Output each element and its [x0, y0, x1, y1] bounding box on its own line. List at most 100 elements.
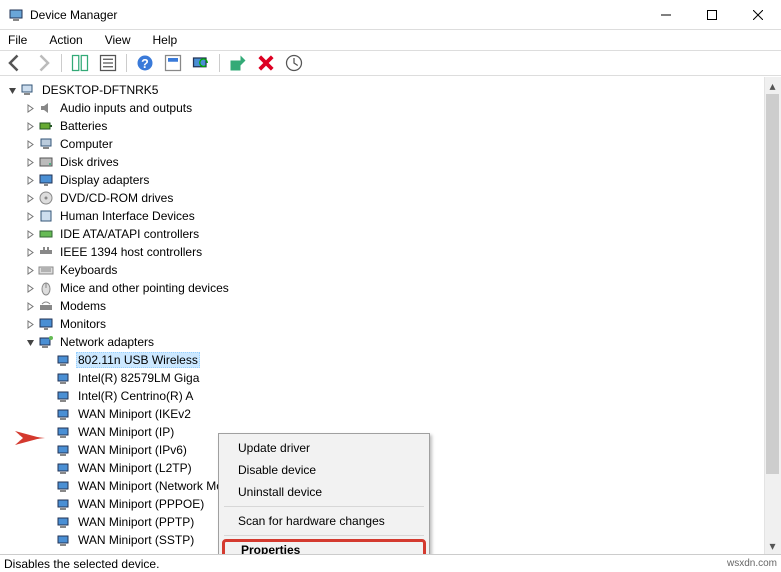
expand-toggle[interactable] — [24, 228, 36, 240]
update-driver-button[interactable] — [283, 52, 305, 74]
menu-separator — [224, 506, 424, 507]
scroll-down-button[interactable]: ▾ — [764, 537, 781, 554]
pc-icon — [20, 82, 36, 98]
expand-toggle[interactable] — [24, 192, 36, 204]
status-text: Disables the selected device. — [4, 557, 159, 571]
tree-category-hid[interactable]: Human Interface Devices — [6, 207, 781, 225]
expand-toggle[interactable] — [24, 210, 36, 222]
expand-toggle[interactable] — [24, 138, 36, 150]
forward-button[interactable] — [32, 52, 54, 74]
tree-item-label: Intel(R) Centrino(R) A — [76, 389, 195, 403]
tree-item-network-adapter[interactable]: WAN Miniport (IKEv2 — [6, 405, 781, 423]
enable-device-button[interactable] — [227, 52, 249, 74]
tree-category-modems[interactable]: Modems — [6, 297, 781, 315]
expand-toggle[interactable] — [24, 102, 36, 114]
expand-toggle[interactable] — [24, 300, 36, 312]
dvd-icon — [38, 190, 54, 206]
tree-category-network[interactable]: Network adapters — [6, 333, 781, 351]
menu-disable-device[interactable]: Disable device — [222, 459, 426, 481]
tree-item-network-adapter[interactable]: Intel(R) 82579LM Giga — [6, 369, 781, 387]
display-icon — [38, 172, 54, 188]
menu-scan-hardware[interactable]: Scan for hardware changes — [222, 510, 426, 532]
toggle-placeholder — [42, 372, 54, 384]
tree-root[interactable]: DESKTOP-DFTNRK5 — [6, 81, 781, 99]
toggle-placeholder — [42, 462, 54, 474]
menu-update-driver[interactable]: Update driver — [222, 437, 426, 459]
ide-icon — [38, 226, 54, 242]
window-title: Device Manager — [30, 8, 643, 22]
adapter-icon — [56, 424, 72, 440]
menu-properties[interactable]: Properties — [222, 539, 426, 554]
scrollbar-track[interactable]: ▴ ▾ — [764, 77, 781, 554]
tree-item-label: WAN Miniport (PPTP) — [76, 515, 196, 529]
adapter-icon — [56, 406, 72, 422]
show-hide-tree-button[interactable] — [69, 52, 91, 74]
toggle-placeholder — [42, 498, 54, 510]
tree-category-ieee[interactable]: IEEE 1394 host controllers — [6, 243, 781, 261]
scroll-up-button[interactable]: ▴ — [764, 77, 781, 94]
menu-uninstall-device[interactable]: Uninstall device — [222, 481, 426, 503]
expand-toggle[interactable] — [24, 318, 36, 330]
status-bar: Disables the selected device. wsxdn.com — [0, 554, 781, 572]
expand-toggle[interactable] — [24, 120, 36, 132]
menu-help[interactable]: Help — [149, 33, 182, 47]
close-button[interactable] — [735, 0, 781, 30]
action-button[interactable] — [162, 52, 184, 74]
collapse-toggle[interactable] — [6, 84, 18, 96]
tree-item-label: WAN Miniport (IKEv2 — [76, 407, 193, 421]
properties-button[interactable] — [97, 52, 119, 74]
tree-item-label: Disk drives — [58, 155, 121, 169]
expand-toggle[interactable] — [24, 282, 36, 294]
tree-category-monitors[interactable]: Monitors — [6, 315, 781, 333]
menu-file[interactable]: File — [4, 33, 31, 47]
menu-action[interactable]: Action — [45, 33, 86, 47]
scan-hardware-button[interactable] — [190, 52, 212, 74]
tree-category-disk[interactable]: Disk drives — [6, 153, 781, 171]
tree-category-keyboards[interactable]: Keyboards — [6, 261, 781, 279]
tree-item-label: WAN Miniport (IPv6) — [76, 443, 189, 457]
hid-icon — [38, 208, 54, 224]
tree-item-label: WAN Miniport (L2TP) — [76, 461, 194, 475]
modem-icon — [38, 298, 54, 314]
scrollbar-thumb[interactable] — [766, 94, 779, 474]
tree-item-label: IEEE 1394 host controllers — [58, 245, 204, 259]
tree-item-label: DVD/CD-ROM drives — [58, 191, 175, 205]
adapter-icon — [56, 370, 72, 386]
toggle-placeholder — [42, 354, 54, 366]
tree-category-computer[interactable]: Computer — [6, 135, 781, 153]
toggle-placeholder — [42, 534, 54, 546]
help-button[interactable]: ? — [134, 52, 156, 74]
expand-toggle[interactable] — [24, 246, 36, 258]
tree-item-label: Network adapters — [58, 335, 156, 349]
menu-view[interactable]: View — [101, 33, 135, 47]
expand-toggle[interactable] — [24, 264, 36, 276]
tree-item-network-adapter[interactable]: Intel(R) Centrino(R) A — [6, 387, 781, 405]
collapse-toggle[interactable] — [24, 336, 36, 348]
tree-category-display[interactable]: Display adapters — [6, 171, 781, 189]
tree-item-label: DESKTOP-DFTNRK5 — [40, 83, 160, 97]
tree-item-label: Computer — [58, 137, 115, 151]
tree-item-network-adapter[interactable]: 802.11n USB Wireless — [6, 351, 781, 369]
tree-item-label: IDE ATA/ATAPI controllers — [58, 227, 201, 241]
tree-item-label: 802.11n USB Wireless — [76, 352, 200, 368]
computer-icon — [38, 136, 54, 152]
tree-category-mice[interactable]: Mice and other pointing devices — [6, 279, 781, 297]
maximize-button[interactable] — [689, 0, 735, 30]
titlebar: Device Manager — [0, 0, 781, 30]
expand-toggle[interactable] — [24, 174, 36, 186]
expand-toggle[interactable] — [24, 156, 36, 168]
tree-category-ide[interactable]: IDE ATA/ATAPI controllers — [6, 225, 781, 243]
keyboard-icon — [38, 262, 54, 278]
adapter-icon — [56, 442, 72, 458]
menubar: File Action View Help — [0, 30, 781, 50]
tree-category-audio[interactable]: Audio inputs and outputs — [6, 99, 781, 117]
toolbar: ? — [0, 50, 781, 76]
tree-category-dvd[interactable]: DVD/CD-ROM drives — [6, 189, 781, 207]
tree-item-label: Monitors — [58, 317, 108, 331]
mouse-icon — [38, 280, 54, 296]
back-button[interactable] — [4, 52, 26, 74]
minimize-button[interactable] — [643, 0, 689, 30]
disable-device-button[interactable] — [255, 52, 277, 74]
tree-category-batteries[interactable]: Batteries — [6, 117, 781, 135]
toggle-placeholder — [42, 480, 54, 492]
